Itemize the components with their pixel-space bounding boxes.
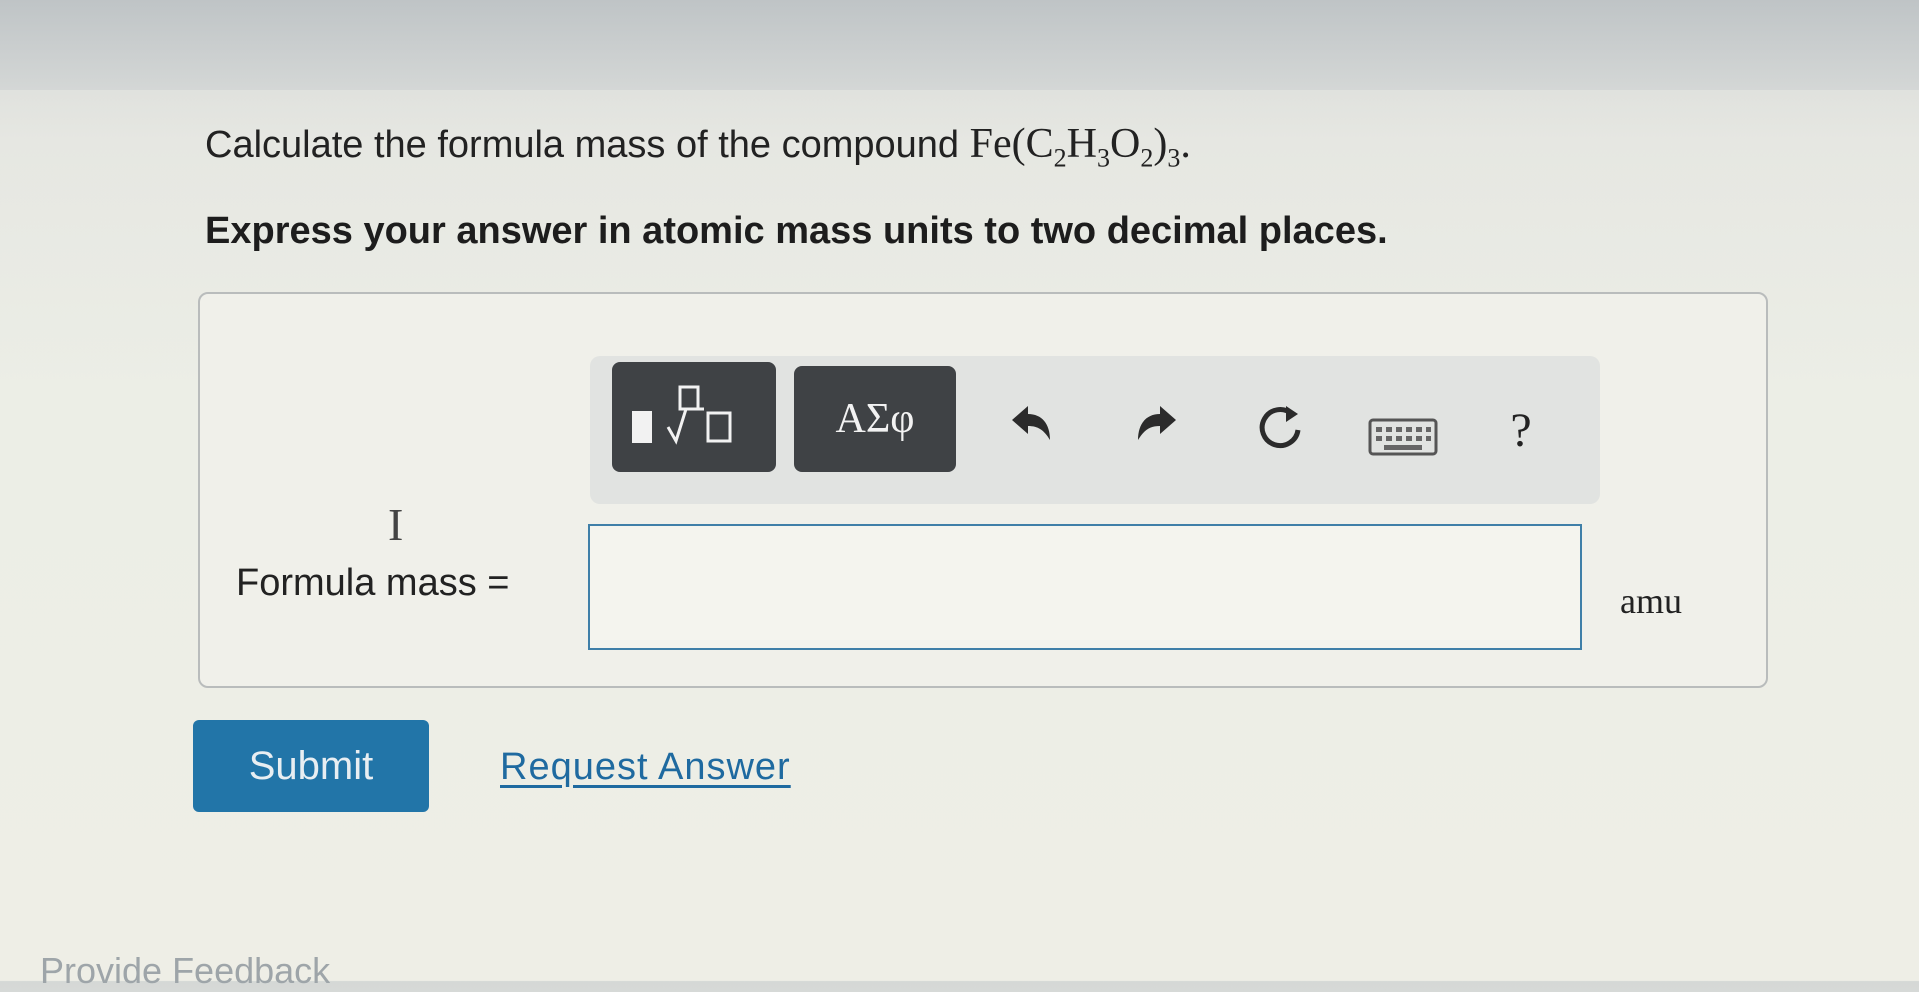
help-label: ? — [1510, 403, 1532, 457]
help-button[interactable]: ? — [1496, 400, 1546, 460]
formula-mass-label: Formula mass = — [236, 562, 510, 604]
undo-button[interactable] — [1006, 400, 1056, 450]
formula-outer-subscript: 3 — [1167, 143, 1181, 173]
greek-symbols-button[interactable]: ΑΣφ — [794, 366, 956, 472]
formula-period: . — [1180, 121, 1191, 167]
formula-c-subscript: 2 — [1053, 143, 1067, 173]
reset-icon — [1259, 406, 1301, 449]
formula-mass-input[interactable] — [588, 524, 1582, 650]
submit-button[interactable]: Submit — [193, 720, 429, 812]
formula-fe: Fe( — [969, 121, 1026, 167]
redo-icon — [1138, 406, 1176, 440]
compound-formula: Fe(C2H3O2)3. — [969, 121, 1191, 172]
greek-symbols-label: ΑΣφ — [835, 396, 915, 442]
unit-label: amu — [1620, 581, 1682, 621]
instruction-text: Express your answer in atomic mass units… — [205, 210, 1388, 252]
templates-button[interactable] — [612, 362, 776, 472]
keyboard-button[interactable] — [1368, 418, 1438, 456]
redo-button[interactable] — [1132, 400, 1182, 450]
undo-icon — [1012, 406, 1050, 440]
formula-h-subscript: 3 — [1096, 143, 1110, 173]
provide-feedback-link[interactable]: Provide Feedback — [40, 950, 330, 992]
formula-o-subscript: 2 — [1140, 143, 1154, 173]
question-prefix: Calculate the formula mass of the compou… — [205, 124, 970, 166]
formula-h: H — [1066, 121, 1097, 167]
request-answer-link[interactable]: Request Answer — [500, 746, 791, 789]
formula-c: C — [1025, 121, 1054, 167]
keyboard-icon — [1368, 418, 1438, 456]
formula-close-paren: ) — [1153, 121, 1168, 167]
reset-button[interactable] — [1252, 400, 1308, 456]
top-background-band — [0, 0, 1919, 90]
templates-sqrt-icon — [632, 385, 732, 445]
formula-o: O — [1109, 121, 1141, 167]
question-text: Calculate the formula mass of the compou… — [205, 120, 1191, 173]
text-cursor-icon: I — [388, 499, 404, 550]
